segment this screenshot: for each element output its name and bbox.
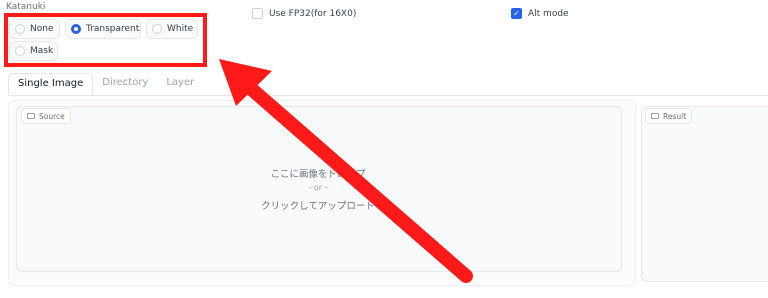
red-arrow (219, 59, 473, 283)
